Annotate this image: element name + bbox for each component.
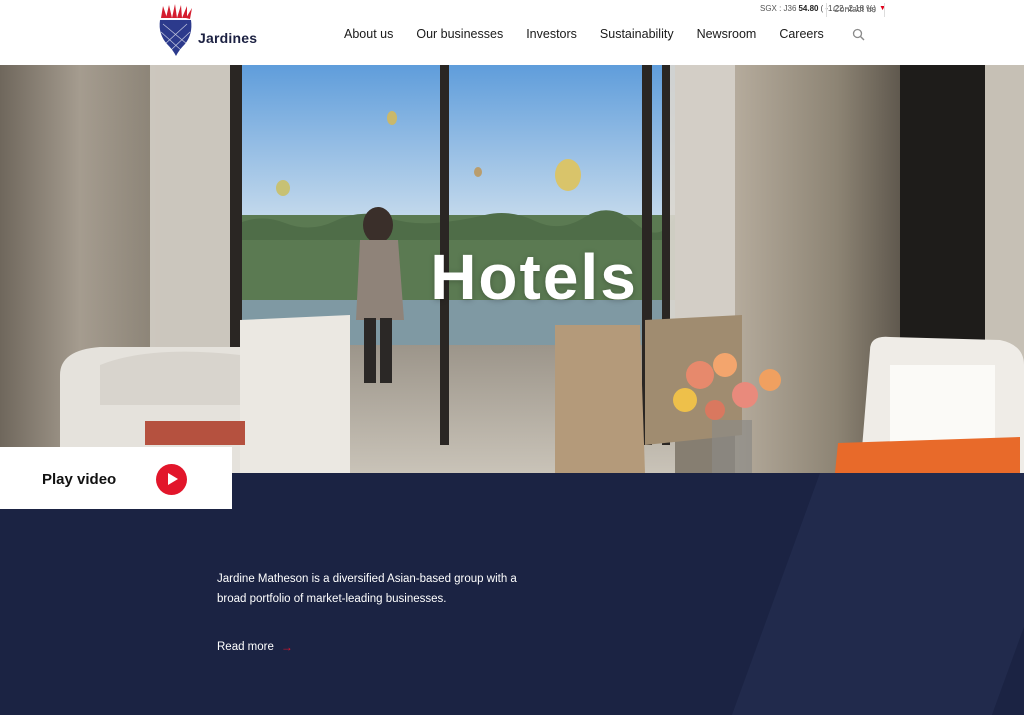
- logo-wordmark: Jardines: [198, 30, 258, 46]
- nav-newsroom[interactable]: Newsroom: [697, 27, 757, 41]
- nav-sustainability[interactable]: Sustainability: [600, 27, 674, 41]
- topbar-divider: [826, 3, 827, 17]
- decorative-shape: [731, 473, 1024, 715]
- intro-section: Jardine Matheson is a diversified Asian-…: [0, 473, 1024, 715]
- read-more-label: Read more: [217, 641, 274, 653]
- nav-about-us[interactable]: About us: [344, 27, 393, 41]
- stock-price: 54.80: [798, 4, 819, 13]
- stock-exchange: SGX : J36: [759, 4, 797, 13]
- read-more-link[interactable]: Read more →: [217, 640, 293, 654]
- topbar-divider: [884, 3, 885, 17]
- hero-title: Hotels: [430, 241, 638, 313]
- arrow-right-icon: →: [280, 640, 293, 654]
- play-video-label: Play video: [42, 471, 117, 488]
- nav-careers[interactable]: Careers: [779, 27, 823, 41]
- play-video-button[interactable]: Play video: [0, 447, 232, 509]
- nav-our-businesses[interactable]: Our businesses: [416, 27, 503, 41]
- search-icon[interactable]: [852, 28, 865, 41]
- hero-banner: Hotels: [0, 65, 1024, 473]
- main-nav: About us Our businesses Investors Sustai…: [344, 27, 847, 41]
- jardines-logo[interactable]: Jardines: [155, 4, 258, 58]
- play-icon[interactable]: [156, 464, 187, 495]
- intro-text: Jardine Matheson is a diversified Asian-…: [217, 573, 517, 605]
- contact-us-link[interactable]: Contact us: [833, 4, 876, 14]
- thistle-logo-icon: [159, 4, 192, 56]
- site-header: Jardines SGX : J36 54.80 ( -1.22 -2.18 %…: [0, 0, 1024, 65]
- nav-investors[interactable]: Investors: [526, 27, 577, 41]
